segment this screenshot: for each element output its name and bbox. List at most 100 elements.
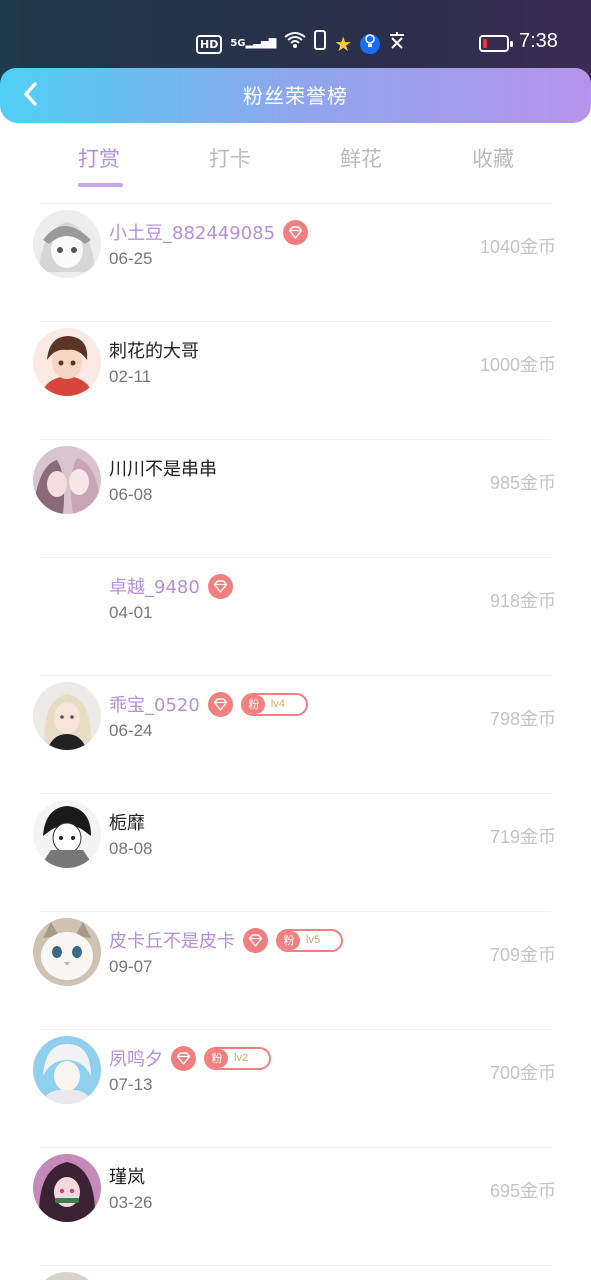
coin-amount: 1040金币	[479, 237, 556, 257]
username[interactable]: 刺花的大哥	[109, 337, 199, 363]
coin-amount: 695金币	[489, 1181, 556, 1201]
name-line: 卓越_9480	[109, 572, 233, 600]
row-divider	[40, 557, 551, 558]
list-item[interactable]: 夙鸣夕 粉 lv2 07-13 700金币	[0, 1029, 591, 1147]
avatar[interactable]	[33, 682, 101, 750]
list-item[interactable]: 川川不是串串 06-08 985金币	[0, 439, 591, 557]
avatar[interactable]	[33, 918, 101, 986]
fan-level: lv5	[306, 933, 321, 946]
row-divider	[40, 1147, 551, 1148]
coin-amount: 700金币	[489, 1063, 556, 1083]
tab-bar: 打赏 打卡 鲜花 收藏	[0, 123, 591, 203]
coin-amount: 719金币	[489, 827, 556, 847]
fan-level-badge: 粉 lv5	[276, 928, 343, 952]
name-line: 夙鸣夕 粉 lv2	[109, 1044, 271, 1072]
row-divider	[40, 911, 551, 912]
row-divider	[40, 675, 551, 676]
coin-amount: 918金币	[489, 591, 556, 611]
name-line: 川川不是串串	[109, 454, 217, 482]
list-item[interactable]: 卓越_9480 04-01 918金币	[0, 557, 591, 675]
name-line: 瑾岚	[109, 1162, 145, 1190]
list-item[interactable]: 乖宝_0520 粉 lv4 06-24 798金币	[0, 675, 591, 793]
tab-checkin[interactable]: 打卡	[185, 143, 275, 173]
avatar[interactable]	[33, 210, 101, 278]
avatar[interactable]	[33, 564, 101, 632]
tab-favorites[interactable]: 收藏	[448, 143, 538, 173]
avatar[interactable]	[33, 1154, 101, 1222]
wen-icon	[388, 31, 406, 57]
star-icon: ★	[334, 32, 353, 56]
list-item[interactable]: 刺花的大哥 02-11 1000金币	[0, 321, 591, 439]
tab-label: 打赏	[78, 147, 120, 171]
reward-date: 06-08	[109, 485, 153, 504]
reward-date: 07-13	[109, 1075, 153, 1094]
username[interactable]: 夙鸣夕	[109, 1045, 163, 1071]
reward-date: 09-07	[109, 957, 153, 976]
username[interactable]: 瑾岚	[109, 1163, 145, 1189]
row-divider	[40, 1265, 551, 1266]
bulb-icon	[360, 34, 381, 54]
name-line: 皮卡丘不是皮卡 粉 lv5	[109, 926, 343, 954]
battery-icon	[479, 35, 513, 52]
reward-date: 04-01	[109, 603, 153, 622]
avatar[interactable]	[33, 800, 101, 868]
fan-level-badge: 粉 lv2	[204, 1046, 271, 1070]
name-line: 刺花的大哥	[109, 336, 199, 364]
username[interactable]: 川川不是串串	[109, 455, 217, 481]
diamond-icon	[171, 1045, 196, 1071]
fan-level-badge: 粉 lv4	[240, 692, 308, 716]
list-item-partial	[0, 1265, 591, 1280]
name-line: 乖宝_0520 粉 lv4	[109, 690, 308, 718]
username[interactable]: 卓越_9480	[109, 573, 200, 599]
row-divider	[40, 439, 551, 440]
diamond-icon	[207, 573, 233, 599]
username[interactable]: 乖宝_0520	[109, 691, 200, 717]
fan-badge-label: 粉	[206, 1048, 228, 1068]
hd-icon: HD	[196, 34, 223, 54]
reward-date: 06-25	[109, 249, 153, 268]
row-divider	[40, 1029, 551, 1030]
reward-date: 08-08	[109, 839, 153, 858]
tab-underline	[78, 183, 123, 187]
coin-amount: 1000金币	[479, 355, 556, 375]
username[interactable]: 小土豆_882449085	[109, 219, 275, 245]
fan-level: lv4	[270, 697, 285, 710]
wifi-icon	[284, 31, 306, 57]
reward-date: 06-24	[109, 721, 153, 740]
row-divider	[40, 203, 551, 204]
row-divider	[40, 321, 551, 322]
username[interactable]: 栀靡	[109, 809, 145, 835]
list-item[interactable]: 栀靡 08-08 719金币	[0, 793, 591, 911]
tab-reward[interactable]: 打赏	[54, 143, 144, 187]
diamond-icon	[243, 927, 268, 953]
list-item[interactable]: 小土豆_882449085 06-25 1040金币	[0, 203, 591, 321]
reward-date: 02-11	[109, 367, 152, 386]
username[interactable]: 皮卡丘不是皮卡	[109, 927, 235, 953]
reward-date: 03-26	[109, 1193, 153, 1212]
diamond-icon	[283, 219, 309, 245]
clock: 7:38	[519, 30, 558, 52]
name-line: 小土豆_882449085	[109, 218, 309, 246]
list-item[interactable]: 瑾岚 03-26 695金币	[0, 1147, 591, 1265]
page-title: 粉丝荣誉榜	[243, 84, 348, 108]
coin-amount: 798金币	[489, 709, 556, 729]
tab-flowers[interactable]: 鲜花	[316, 143, 406, 173]
avatar	[33, 1272, 101, 1280]
signal-icon: 5G▂▃▅▇	[230, 38, 277, 49]
coin-amount: 985金币	[489, 473, 556, 493]
fan-level: lv2	[234, 1051, 249, 1064]
diamond-icon	[207, 691, 233, 717]
coin-amount: 709金币	[489, 945, 556, 965]
avatar[interactable]	[33, 446, 101, 514]
fan-badge-label: 粉	[278, 930, 300, 950]
avatar[interactable]	[33, 1036, 101, 1104]
tab-label: 打卡	[209, 147, 251, 171]
list-item[interactable]: 皮卡丘不是皮卡 粉 lv5 09-07 709金币	[0, 911, 591, 1029]
tab-label: 鲜花	[340, 147, 382, 171]
phone-icon	[314, 30, 327, 58]
avatar[interactable]	[33, 328, 101, 396]
row-divider	[40, 793, 551, 794]
name-line: 栀靡	[109, 808, 145, 836]
title-bar: 粉丝荣誉榜	[0, 68, 591, 123]
tab-label: 收藏	[472, 147, 514, 171]
